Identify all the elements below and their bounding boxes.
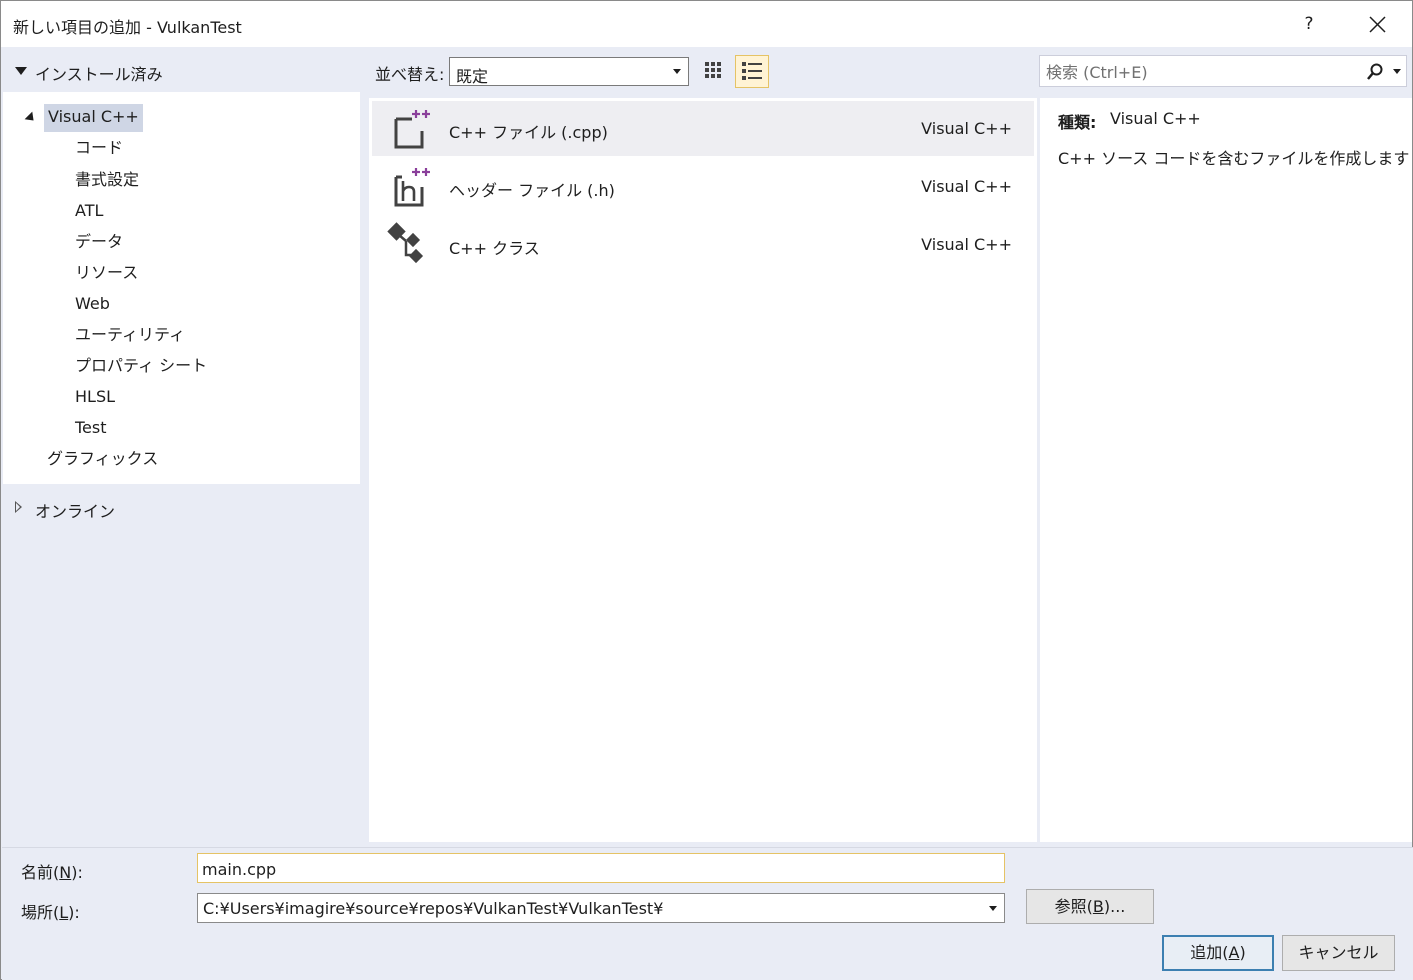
tree-item-visual-cpp[interactable]: Visual C++ (44, 104, 143, 132)
chevron-down-icon (673, 69, 681, 74)
title-bar: 新しい項目の追加 - VulkanTest ? (1, 1, 1412, 47)
collapse-arrow-icon (15, 501, 22, 513)
search-box (1039, 55, 1407, 87)
tree-item-data[interactable]: データ (75, 229, 123, 257)
search-options-chevron-icon[interactable] (1393, 69, 1401, 74)
cpp-file-icon (384, 105, 432, 151)
template-description: C++ ソース コードを含むファイルを作成します (1058, 149, 1410, 168)
window-title: 新しい項目の追加 - VulkanTest (13, 18, 242, 37)
location-dropdown[interactable]: C:¥Users¥imagire¥source¥repos¥VulkanTest… (197, 893, 1005, 923)
search-input[interactable] (1046, 61, 1356, 83)
tree-item-formatting[interactable]: 書式設定 (75, 167, 139, 195)
close-icon (1369, 16, 1386, 33)
cpp-class-icon (384, 221, 432, 267)
installed-label: インストール済み (35, 65, 163, 84)
template-name: C++ クラス (449, 239, 540, 258)
tree-item-property-sheet[interactable]: プロパティ シート (75, 353, 207, 381)
tree-item-hlsl[interactable]: HLSL (75, 384, 115, 412)
template-language: Visual C++ (921, 119, 1012, 138)
name-input[interactable] (202, 858, 992, 880)
template-language: Visual C++ (921, 235, 1012, 254)
template-item-cpp-class[interactable]: C++ クラス Visual C++ (372, 217, 1034, 272)
location-value: C:¥Users¥imagire¥source¥repos¥VulkanTest… (203, 899, 664, 918)
type-label: 種類: (1058, 113, 1097, 132)
template-name: ヘッダー ファイル (.h) (449, 181, 615, 200)
search-button[interactable] (1365, 62, 1385, 82)
online-label: オンライン (35, 502, 116, 521)
small-icons-view-button[interactable] (697, 55, 731, 88)
template-language: Visual C++ (921, 177, 1012, 196)
cancel-button[interactable]: キャンセル (1282, 935, 1395, 971)
template-name: C++ ファイル (.cpp) (449, 123, 608, 142)
tree-item-utility[interactable]: ユーティリティ (75, 322, 185, 350)
name-label: 名前(N): (21, 863, 83, 882)
category-tree: Visual C++ コード 書式設定 ATL データ リソース Web ユーテ… (3, 92, 360, 484)
installed-header[interactable]: インストール済み (1, 51, 361, 91)
details-view-button[interactable] (735, 55, 769, 88)
list-icon (742, 62, 762, 80)
template-item-cpp-file[interactable]: C++ ファイル (.cpp) Visual C++ (372, 101, 1034, 156)
online-header[interactable]: オンライン (1, 495, 361, 521)
search-icon (1367, 63, 1383, 80)
add-button[interactable]: 追加(A) (1162, 935, 1274, 971)
grid-icon (705, 62, 721, 78)
template-list: C++ ファイル (.cpp) Visual C++ ヘッダー ファイル (.h… (369, 98, 1037, 842)
tree-item-test[interactable]: Test (75, 415, 107, 443)
chevron-down-icon (989, 906, 997, 911)
sort-label: 並べ替え: (375, 65, 445, 84)
help-button[interactable]: ? (1298, 11, 1320, 37)
location-label: 場所(L): (21, 903, 80, 922)
name-field (197, 853, 1005, 883)
tree-item-atl[interactable]: ATL (75, 198, 103, 226)
tree-item-resource[interactable]: リソース (75, 260, 138, 288)
add-new-item-dialog: 新しい項目の追加 - VulkanTest ? インストール済み Visual … (0, 0, 1413, 980)
tree-item-graphics[interactable]: グラフィックス (47, 446, 158, 474)
expand-arrow-icon (24, 111, 38, 125)
close-button[interactable] (1359, 9, 1395, 39)
expand-arrow-icon (15, 67, 27, 75)
type-value: Visual C++ (1110, 109, 1201, 128)
sort-value: 既定 (456, 67, 489, 86)
details-panel: 種類: Visual C++ C++ ソース コードを含むファイルを作成します (1040, 98, 1412, 842)
template-item-header-file[interactable]: ヘッダー ファイル (.h) Visual C++ (372, 159, 1034, 214)
tree-item-code[interactable]: コード (75, 135, 123, 163)
sort-dropdown[interactable]: 既定 (449, 57, 689, 86)
header-file-icon (384, 163, 432, 209)
browse-button[interactable]: 参照(B)... (1026, 889, 1154, 924)
tree-item-web[interactable]: Web (75, 291, 110, 319)
